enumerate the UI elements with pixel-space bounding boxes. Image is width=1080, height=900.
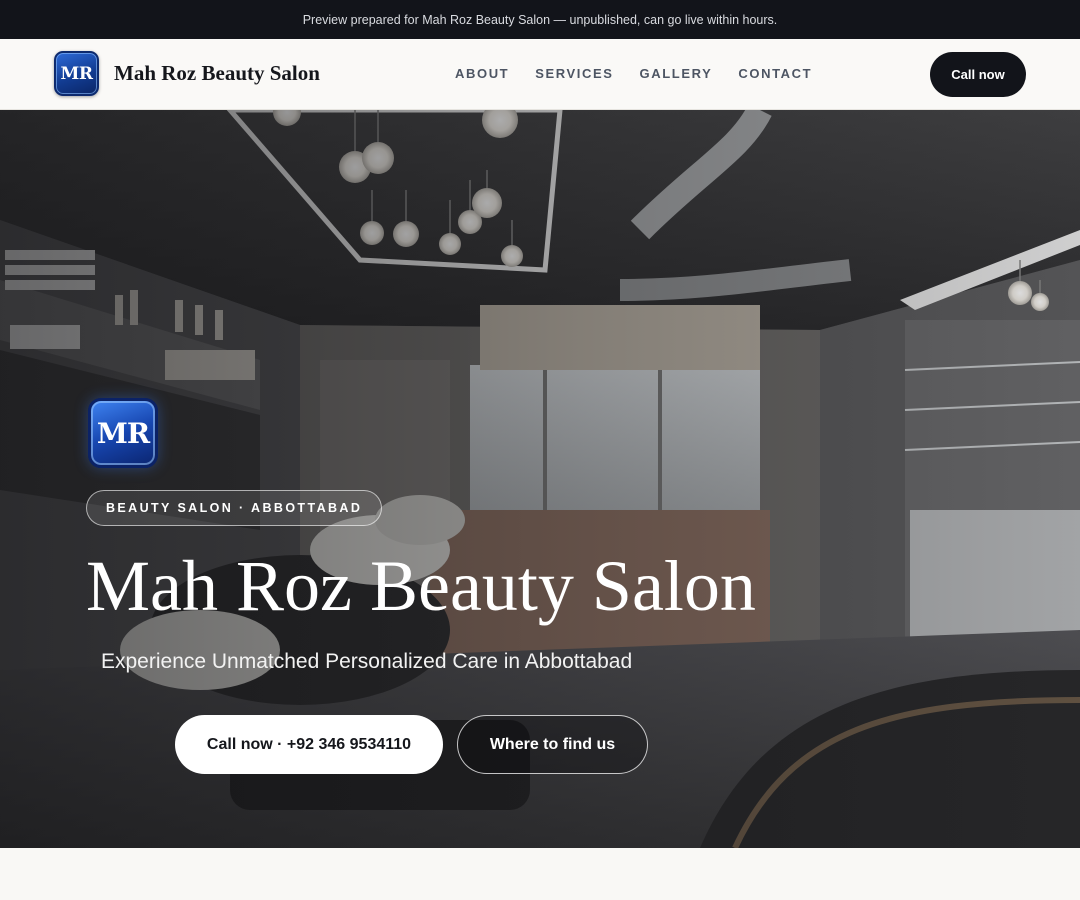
where-to-find-us-button[interactable]: Where to find us xyxy=(457,715,648,774)
hero-title: Mah Roz Beauty Salon xyxy=(86,546,756,626)
hero-subtitle: Experience Unmatched Personalized Care i… xyxy=(101,650,633,673)
preview-banner-text: Preview prepared for Mah Roz Beauty Salo… xyxy=(302,12,778,27)
call-now-button[interactable]: Call now · +92 346 9534110 xyxy=(175,715,443,774)
main-nav: ABOUT SERVICES GALLERY CONTACT xyxy=(455,66,838,81)
hero-section: MR BEAUTY SALON · ABBOTTABAD Mah Roz Bea… xyxy=(0,110,1080,848)
nav-link-gallery[interactable]: GALLERY xyxy=(640,66,713,81)
location-badge: BEAUTY SALON · ABBOTTABAD xyxy=(86,490,383,526)
nav-link-contact[interactable]: CONTACT xyxy=(738,66,812,81)
location-badge-text: BEAUTY SALON · ABBOTTABAD xyxy=(106,501,363,515)
header-call-now-button[interactable]: Call now xyxy=(930,52,1026,97)
logo-icon: MR xyxy=(54,51,99,96)
nav-link-services[interactable]: SERVICES xyxy=(535,66,613,81)
brand-link[interactable]: MR Mah Roz Beauty Salon xyxy=(54,51,320,96)
nav-link-about[interactable]: ABOUT xyxy=(455,66,509,81)
hero-logo-icon: MR xyxy=(88,398,158,468)
preview-banner: Preview prepared for Mah Roz Beauty Salo… xyxy=(0,0,1080,39)
site-header: MR Mah Roz Beauty Salon ABOUT SERVICES G… xyxy=(0,39,1080,110)
brand-name: Mah Roz Beauty Salon xyxy=(114,61,320,85)
